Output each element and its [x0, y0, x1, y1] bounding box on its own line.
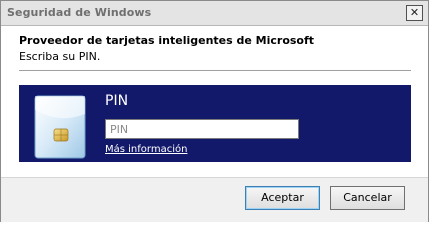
window-title: Seguridad de Windows: [7, 6, 152, 19]
security-dialog: Seguridad de Windows ✕ Proveedor de tarj…: [0, 0, 429, 222]
pin-label: PIN: [105, 93, 129, 109]
dialog-heading: Proveedor de tarjetas inteligentes de Mi…: [19, 34, 315, 47]
accept-button[interactable]: Aceptar: [245, 186, 320, 210]
close-button[interactable]: ✕: [406, 5, 423, 21]
close-icon: ✕: [409, 6, 420, 19]
more-info-link[interactable]: Más información: [105, 144, 187, 155]
title-bar[interactable]: Seguridad de Windows ✕: [1, 1, 428, 26]
cancel-button[interactable]: Cancelar: [330, 186, 405, 210]
dialog-footer: Aceptar Cancelar: [1, 177, 428, 222]
credential-tile: PIN Más información: [19, 85, 411, 162]
smart-card-icon: [34, 95, 86, 159]
pin-input[interactable]: [105, 119, 299, 139]
divider: [19, 70, 411, 71]
dialog-subheading: Escriba su PIN.: [19, 50, 101, 63]
